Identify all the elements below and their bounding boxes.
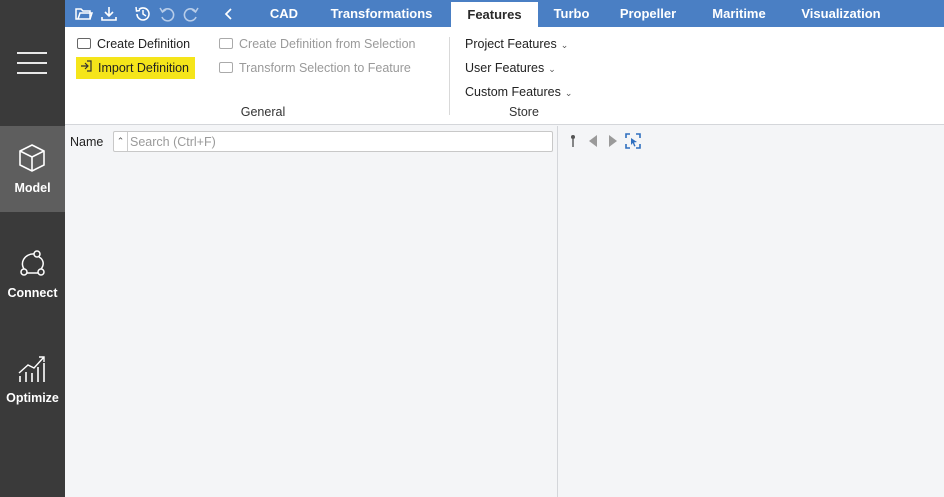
ribbon-divider (449, 37, 450, 115)
group-label-general: General (240, 105, 286, 119)
detail-pane (559, 126, 944, 497)
sidebar-item-label: Model (14, 181, 51, 195)
search-input[interactable] (130, 133, 550, 150)
name-label: Name (70, 135, 104, 149)
chevron-up-icon[interactable]: ⌃ (114, 132, 128, 151)
transform-selection-button[interactable]: Transform Selection to Feature (219, 57, 411, 79)
group-label-store: Store (509, 105, 539, 119)
tab-propeller[interactable]: Propeller (607, 0, 689, 27)
tab-visualization[interactable]: Visualization (789, 0, 893, 27)
sidebar-item-label: Connect (7, 286, 58, 300)
tab-transformations[interactable]: Transformations (317, 0, 446, 27)
import-icon (80, 57, 94, 79)
user-features-dropdown[interactable]: User Features ⌄ (465, 57, 556, 79)
chevron-down-icon: ⌄ (548, 64, 556, 74)
history-icon[interactable] (133, 4, 153, 24)
create-definition-button[interactable]: Create Definition (77, 33, 190, 55)
sidebar-item-connect[interactable]: Connect (0, 231, 65, 317)
custom-features-label: Custom Features (465, 85, 561, 99)
ribbon: Create Definition Import Definition Crea… (65, 27, 944, 125)
feature-list-pane: Name ⌃ (65, 126, 558, 497)
create-definition-label: Create Definition (97, 37, 191, 51)
hamburger-icon[interactable] (17, 52, 47, 74)
search-box: ⌃ (113, 131, 553, 152)
import-definition-button[interactable]: Import Definition (76, 57, 196, 79)
sidebar-item-model[interactable]: Model (0, 126, 65, 212)
select-target-icon[interactable] (625, 133, 641, 149)
tab-turbo[interactable]: Turbo (543, 0, 600, 27)
project-features-label: Project Features (465, 37, 557, 51)
user-features-label: User Features (465, 61, 545, 75)
transform-selection-label: Transform Selection to Feature (239, 61, 411, 75)
project-features-dropdown[interactable]: Project Features ⌄ (465, 33, 568, 55)
sidebar: Model Connect Optimize (0, 0, 65, 497)
transform-icon (219, 62, 233, 74)
tab-maritime[interactable]: Maritime (697, 0, 781, 27)
code-box-icon (219, 38, 233, 50)
tab-cad[interactable]: CAD (258, 0, 310, 27)
chevron-left-icon[interactable] (219, 4, 239, 24)
code-box-icon (77, 38, 91, 50)
chevron-down-icon: ⌄ (560, 40, 569, 50)
create-from-selection-label: Create Definition from Selection (239, 37, 416, 51)
arrow-left-icon[interactable] (585, 133, 601, 149)
custom-features-dropdown[interactable]: Custom Features ⌄ (465, 81, 572, 103)
connect-nodes-icon (20, 250, 45, 276)
chevron-down-icon: ⌄ (564, 88, 573, 98)
pin-icon[interactable] (565, 133, 581, 149)
top-bar: CAD Transformations Features Turbo Prope… (65, 0, 944, 27)
download-icon[interactable] (99, 4, 119, 24)
open-folder-icon[interactable] (74, 4, 94, 24)
sidebar-item-optimize[interactable]: Optimize (0, 336, 65, 422)
sidebar-item-label: Optimize (6, 391, 59, 405)
chart-trend-icon (18, 356, 45, 382)
redo-icon[interactable] (181, 4, 201, 24)
cube-icon (19, 144, 45, 172)
tab-features[interactable]: Features (451, 2, 538, 27)
arrow-right-icon[interactable] (605, 133, 621, 149)
undo-icon[interactable] (157, 4, 177, 24)
create-definition-from-selection-button[interactable]: Create Definition from Selection (219, 33, 415, 55)
import-definition-label: Import Definition (98, 61, 190, 75)
